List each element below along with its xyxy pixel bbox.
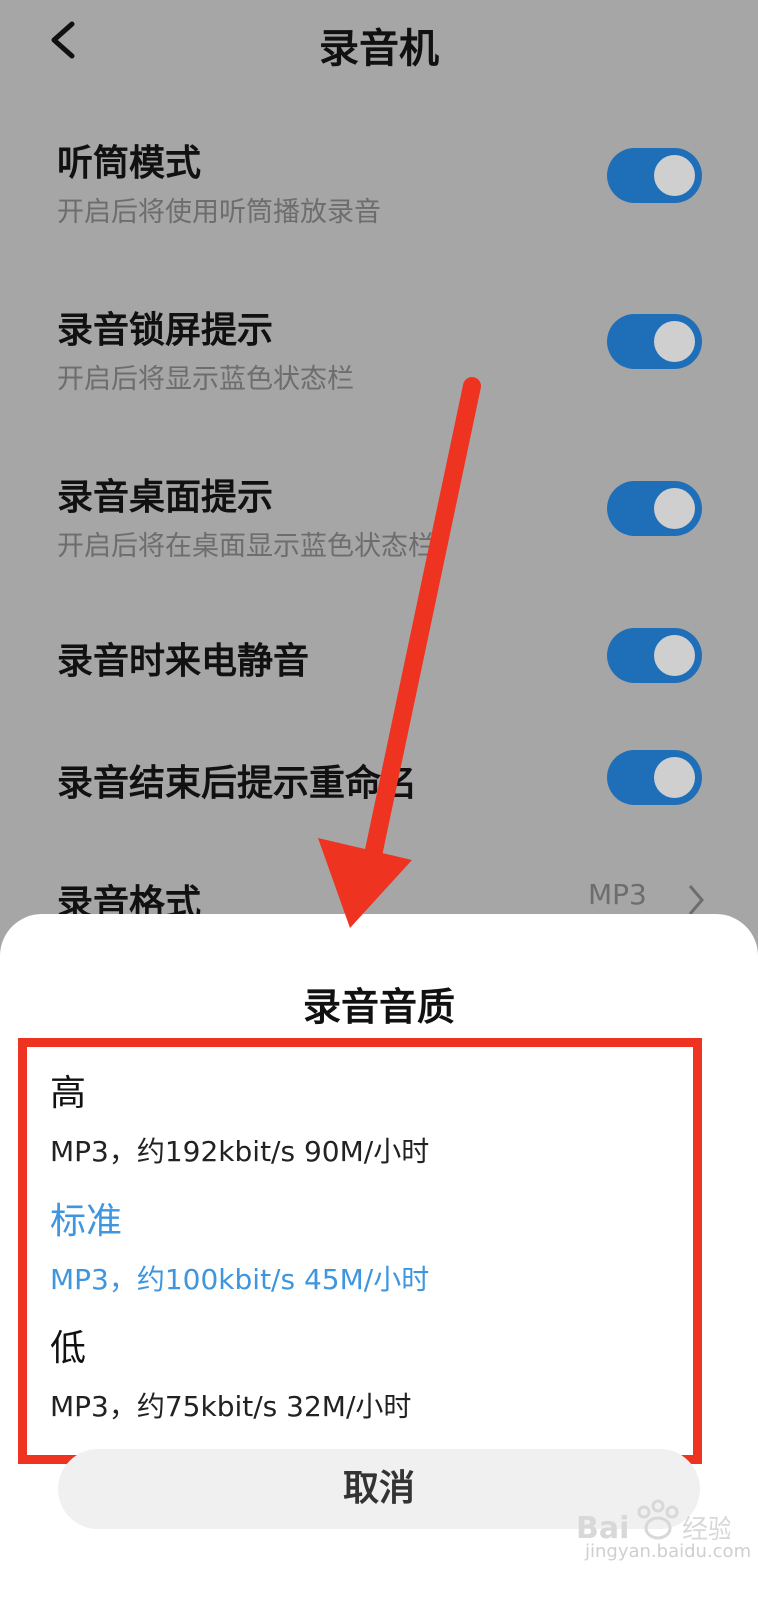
setting-mute-calls[interactable]: 录音时来电静音 <box>0 628 758 708</box>
setting-subtitle: 开启后将使用听筒播放录音 <box>57 197 381 228</box>
option-label: 低 <box>50 1328 87 1369</box>
option-desc: MP3，约75kbit/s 32M/小时 <box>50 1390 412 1423</box>
toggle-knob <box>654 488 695 529</box>
sheet-title: 录音音质 <box>302 985 455 1029</box>
format-value: MP3 <box>588 878 647 911</box>
setting-desktop-hint[interactable]: 录音桌面提示 开启后将在桌面显示蓝色状态栏 <box>0 462 758 572</box>
quality-option-high[interactable]: 高 MP3，约192kbit/s 90M/小时 <box>50 1064 670 1170</box>
toggle-knob <box>654 757 695 798</box>
setting-title: 录音时来电静音 <box>57 641 310 682</box>
desktop-hint-toggle[interactable] <box>607 481 702 536</box>
setting-title: 录音结束后提示重命名 <box>57 763 418 804</box>
rename-prompt-toggle[interactable] <box>607 750 702 805</box>
setting-title: 听筒模式 <box>57 143 202 184</box>
mute-calls-toggle[interactable] <box>607 628 702 683</box>
setting-title: 录音锁屏提示 <box>57 310 274 351</box>
chevron-right-icon <box>688 885 704 915</box>
option-desc: MP3，约100kbit/s 45M/小时 <box>50 1263 430 1296</box>
setting-title: 录音桌面提示 <box>57 477 274 518</box>
watermark-text: jingyan.baidu.com <box>585 1541 752 1562</box>
setting-earpiece-mode[interactable]: 听筒模式 开启后将使用听筒播放录音 <box>0 128 758 238</box>
toggle-knob <box>654 635 695 676</box>
setting-subtitle: 开启后将在桌面显示蓝色状态栏 <box>57 531 435 562</box>
setting-rename-prompt[interactable]: 录音结束后提示重命名 <box>0 750 758 830</box>
toggle-knob <box>654 155 695 196</box>
top-bar: 录音机 <box>0 0 758 80</box>
quality-option-standard[interactable]: 标准 MP3，约100kbit/s 45M/小时 <box>50 1192 670 1298</box>
option-desc: MP3，约192kbit/s 90M/小时 <box>50 1135 430 1168</box>
option-label: 标准 <box>50 1201 123 1242</box>
page-title: 录音机 <box>319 26 439 72</box>
setting-subtitle: 开启后将显示蓝色状态栏 <box>57 364 354 395</box>
quality-option-low[interactable]: 低 MP3，约75kbit/s 32M/小时 <box>50 1319 670 1425</box>
lockscreen-hint-toggle[interactable] <box>607 314 702 369</box>
option-label: 高 <box>50 1073 87 1114</box>
earpiece-mode-toggle[interactable] <box>607 148 702 203</box>
setting-lockscreen-hint[interactable]: 录音锁屏提示 开启后将显示蓝色状态栏 <box>0 295 758 405</box>
toggle-knob <box>654 321 695 362</box>
